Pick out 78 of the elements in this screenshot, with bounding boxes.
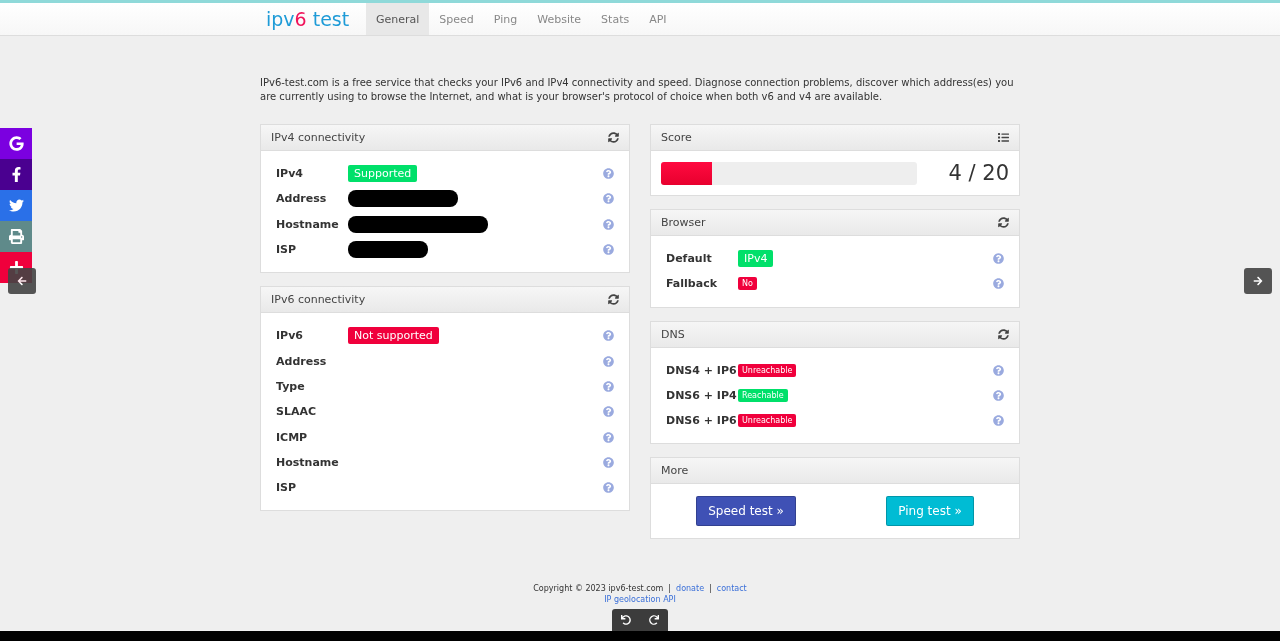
separator: | bbox=[709, 584, 712, 593]
row-label: DNS6 + IP6 bbox=[666, 414, 738, 428]
list-icon[interactable] bbox=[998, 132, 1009, 143]
panel-title: IPv4 connectivity bbox=[271, 131, 366, 144]
row-label: Address bbox=[276, 354, 328, 368]
help-icon[interactable] bbox=[993, 364, 1004, 376]
help-icon[interactable] bbox=[603, 355, 614, 367]
nav-tab[interactable]: API bbox=[639, 3, 677, 35]
printer-icon bbox=[8, 229, 24, 244]
nav-tab[interactable]: General bbox=[366, 3, 430, 35]
arrow-left-icon bbox=[17, 276, 27, 286]
rotate-right-button[interactable] bbox=[649, 615, 659, 625]
help-icon[interactable] bbox=[993, 415, 1004, 427]
rotate-left-button[interactable] bbox=[621, 615, 631, 625]
help-icon[interactable] bbox=[603, 482, 614, 494]
help-icon[interactable] bbox=[603, 431, 614, 443]
nav-tab[interactable]: Website bbox=[527, 3, 592, 35]
row-label: ICMP bbox=[276, 430, 309, 444]
status-badge: Unreachable bbox=[738, 363, 797, 377]
row-label: Hostname bbox=[276, 455, 340, 469]
status-badge: No bbox=[738, 277, 757, 291]
share-button[interactable] bbox=[0, 128, 32, 159]
help-icon[interactable] bbox=[603, 193, 614, 205]
help-icon[interactable] bbox=[603, 456, 614, 468]
refresh-icon[interactable] bbox=[608, 294, 619, 306]
help-icon[interactable] bbox=[603, 330, 614, 342]
row-label: ISP bbox=[276, 243, 298, 257]
row-label: SLAAC bbox=[276, 405, 318, 419]
row-label: Default bbox=[666, 252, 713, 266]
status-badge: Supported bbox=[348, 165, 418, 183]
footer-link[interactable]: IP geolocation API bbox=[604, 595, 676, 604]
help-icon[interactable] bbox=[993, 278, 1004, 290]
row-label: IPv6 bbox=[276, 329, 304, 343]
help-icon[interactable] bbox=[603, 218, 614, 230]
nav-tab[interactable]: Ping bbox=[483, 3, 528, 35]
help-icon[interactable] bbox=[603, 380, 614, 392]
next-button[interactable] bbox=[1244, 268, 1272, 294]
row-label: Fallback bbox=[666, 277, 718, 291]
panel-title: Score bbox=[661, 131, 692, 144]
score-reading: 4 / 20 bbox=[948, 161, 1009, 185]
help-icon[interactable] bbox=[603, 244, 614, 256]
refresh-icon[interactable] bbox=[998, 217, 1009, 228]
footer-link[interactable]: contact bbox=[716, 584, 747, 593]
status-badge: Not supported bbox=[348, 327, 439, 345]
nav-tab[interactable]: Stats bbox=[591, 3, 640, 35]
row-label: IPv4 bbox=[276, 167, 304, 181]
refresh-icon[interactable] bbox=[608, 132, 619, 143]
row-label: Address bbox=[276, 192, 328, 206]
status-badge: Unreachable bbox=[738, 414, 797, 428]
twitter-icon bbox=[8, 198, 24, 213]
help-icon[interactable] bbox=[993, 390, 1004, 402]
intro-text: IPv6-test.com is a free service that checks your IPv6 and IPv4 connectivity and speed. Diagnose connection problems, discover which address(es) you are currently using to browse the Internet, and what is your browser's protocol of choice when both v6 and v4 are available. bbox=[260, 76, 1015, 104]
panel-title: Browser bbox=[661, 216, 706, 229]
refresh-icon[interactable] bbox=[998, 328, 1009, 340]
nav-tab[interactable]: Speed bbox=[429, 3, 484, 35]
copyright-text: Copyright © 2023 ipv6-test.com bbox=[533, 584, 664, 593]
row-label: DNS6 + IP4 bbox=[666, 389, 738, 403]
panel-title: More bbox=[661, 464, 689, 478]
row-label: ISP bbox=[276, 481, 298, 495]
row-label: Hostname bbox=[276, 217, 340, 231]
help-icon[interactable] bbox=[603, 406, 614, 418]
google-icon bbox=[8, 136, 24, 151]
panel-title: DNS bbox=[661, 327, 685, 341]
row-label: Type bbox=[276, 379, 306, 393]
site-logo[interactable]: ipv6 test bbox=[260, 3, 366, 35]
help-icon[interactable] bbox=[603, 168, 614, 180]
status-badge: IPv4 bbox=[738, 250, 774, 268]
status-badge: Reachable bbox=[738, 389, 788, 403]
arrow-right-icon bbox=[1253, 276, 1263, 286]
separator: | bbox=[668, 584, 672, 593]
test-button[interactable]: Ping test » bbox=[886, 496, 974, 527]
row-label: DNS4 + IP6 bbox=[666, 363, 738, 377]
previous-button[interactable] bbox=[8, 268, 36, 294]
footer-link[interactable]: donate bbox=[676, 584, 705, 593]
help-icon[interactable] bbox=[993, 253, 1004, 265]
share-button[interactable] bbox=[0, 159, 32, 190]
test-button[interactable]: Speed test » bbox=[696, 496, 796, 527]
panel-title: IPv6 connectivity bbox=[271, 293, 366, 307]
